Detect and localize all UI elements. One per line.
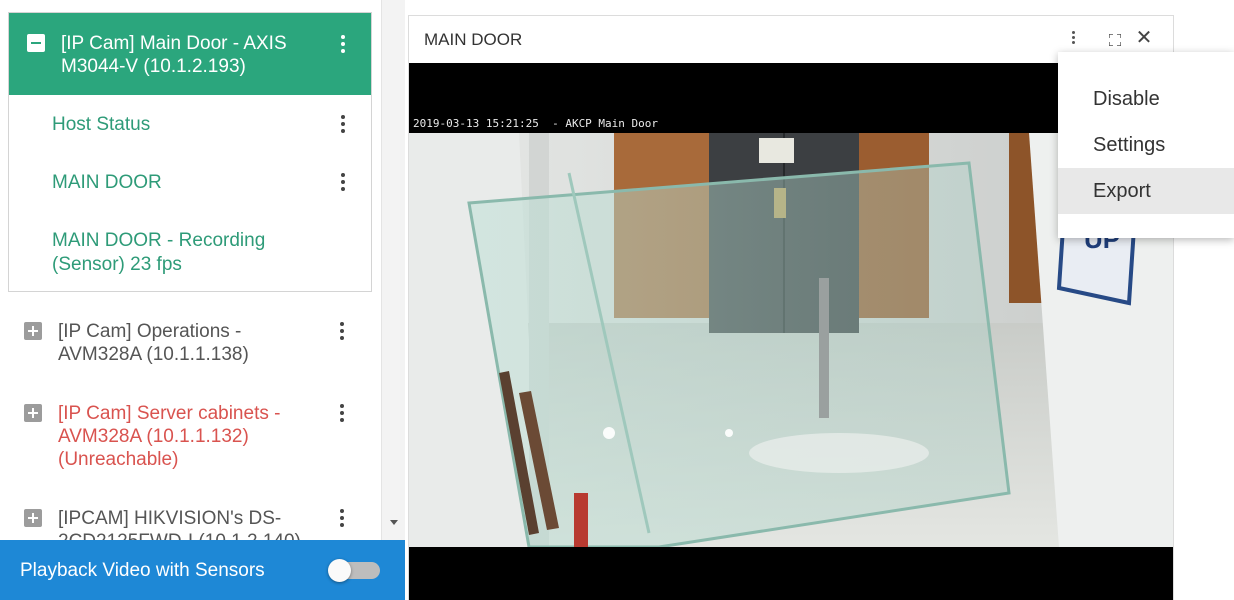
- camera-item-operations[interactable]: [IP Cam] Operations - AVM328A (10.1.1.13…: [24, 320, 364, 380]
- camera-list: [IP Cam] Main Door - AXIS M3044-V (10.1.…: [0, 0, 381, 540]
- camera-header-main-door[interactable]: [IP Cam] Main Door - AXIS M3044-V (10.1.…: [9, 13, 371, 95]
- expand-icon[interactable]: [24, 404, 42, 422]
- video-timestamp: 2019-03-13 15:21:25 - AKCP Main Door: [413, 117, 659, 130]
- kebab-menu-icon[interactable]: [340, 113, 346, 135]
- child-item-label: Host Status: [52, 114, 151, 135]
- expand-icon[interactable]: [24, 322, 42, 340]
- close-icon[interactable]: ✕: [1135, 28, 1153, 48]
- child-item-label: MAIN DOOR: [52, 172, 162, 193]
- camera-item-server-cabinets[interactable]: [IP Cam] Server cabinets - AVM328A (10.1…: [24, 402, 364, 477]
- camera-sidebar: [IP Cam] Main Door - AXIS M3044-V (10.1.…: [0, 0, 405, 600]
- menu-item-disable[interactable]: Disable: [1058, 76, 1234, 122]
- child-item-host-status[interactable]: Host Status: [9, 113, 371, 153]
- camera-item-hikvision[interactable]: [IPCAM] HIKVISION's DS-2CD2125FWD-I (10.…: [24, 507, 364, 540]
- kebab-menu-icon[interactable]: [1071, 29, 1077, 51]
- kebab-menu-icon[interactable]: [339, 402, 345, 424]
- playback-label: Playback Video with Sensors: [20, 560, 265, 581]
- kebab-menu-icon[interactable]: [340, 171, 346, 193]
- child-item-main-door[interactable]: MAIN DOOR: [9, 171, 371, 211]
- camera-context-menu: Disable Settings Export: [1058, 52, 1234, 238]
- camera-item-label: [IP Cam] Server cabinets - AVM328A (10.1…: [58, 403, 281, 470]
- camera-item-label: [IP Cam] Operations - AVM328A (10.1.1.13…: [58, 321, 249, 365]
- camera-group-main-door: [IP Cam] Main Door - AXIS M3044-V (10.1.…: [8, 12, 372, 292]
- playback-toggle-switch[interactable]: [328, 559, 380, 582]
- scroll-down-arrow-icon[interactable]: [390, 520, 398, 525]
- collapse-icon[interactable]: [27, 34, 45, 52]
- menu-item-settings[interactable]: Settings: [1058, 122, 1234, 168]
- camera-title: [IP Cam] Main Door - AXIS M3044-V (10.1.…: [61, 33, 287, 77]
- child-item-label: MAIN DOOR - Recording (Sensor) 23 fps: [52, 230, 266, 275]
- expand-icon[interactable]: [24, 509, 42, 527]
- child-item-recording[interactable]: MAIN DOOR - Recording (Sensor) 23 fps: [9, 229, 371, 279]
- panel-title: MAIN DOOR: [424, 30, 523, 49]
- fullscreen-icon[interactable]: [1108, 33, 1122, 47]
- sidebar-scrollbar[interactable]: [381, 0, 405, 540]
- menu-item-export[interactable]: Export: [1058, 168, 1234, 214]
- kebab-menu-icon[interactable]: [339, 320, 345, 342]
- playback-bar: Playback Video with Sensors: [0, 540, 405, 600]
- video-timestamp-strip: 2019-03-13 15:21:25 - AKCP Main Door: [409, 115, 1059, 133]
- kebab-menu-icon[interactable]: [339, 507, 345, 529]
- kebab-menu-icon[interactable]: [340, 33, 346, 55]
- camera-item-label: [IPCAM] HIKVISION's DS-2CD2125FWD-I (10.…: [58, 508, 301, 540]
- switch-thumb[interactable]: [328, 559, 351, 582]
- app-root: [IP Cam] Main Door - AXIS M3044-V (10.1.…: [0, 0, 1234, 600]
